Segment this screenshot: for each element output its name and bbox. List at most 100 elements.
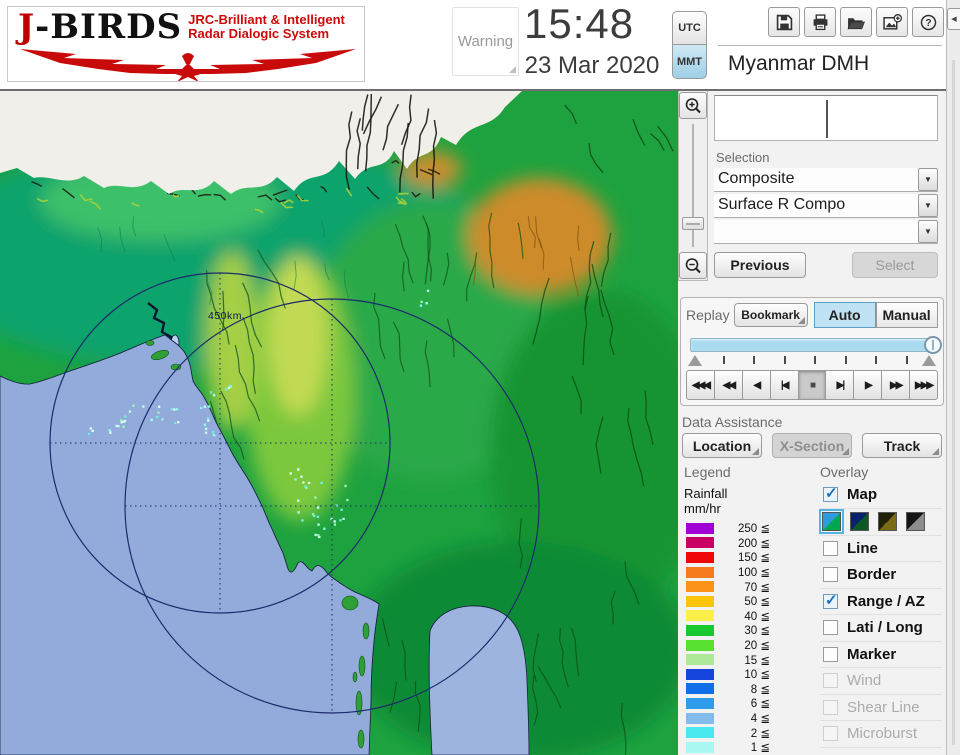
previous-button[interactable]: Previous bbox=[714, 252, 806, 278]
map-zoom-control bbox=[678, 91, 708, 281]
legend-unit-line2: mm/hr bbox=[684, 501, 721, 516]
zoom-out-button[interactable] bbox=[679, 252, 707, 279]
dropdown-extra[interactable]: ▼ bbox=[714, 220, 938, 244]
rewind-fastest-button[interactable]: ◀◀◀ bbox=[686, 370, 715, 400]
checkbox bbox=[823, 726, 838, 742]
fast-forward-button[interactable]: ▶▶ bbox=[881, 370, 911, 400]
playback-controls: ◀◀◀ ◀◀ ◀ |◀ ■ ▶| ▶ ▶▶ ▶▶▶ bbox=[686, 370, 939, 400]
checkbox[interactable] bbox=[823, 484, 838, 503]
folder-icon bbox=[847, 17, 865, 29]
replay-label: Replay bbox=[686, 307, 730, 323]
overlay-shear-line-checkbox: Shear Line bbox=[820, 695, 942, 721]
play-button[interactable]: ▶ bbox=[853, 370, 883, 400]
rewind-button[interactable]: ◀◀ bbox=[713, 370, 743, 400]
fast-forward-fastest-button[interactable]: ▶▶▶ bbox=[909, 370, 939, 400]
overlay-lati-long-checkbox[interactable]: Lati / Long bbox=[820, 615, 942, 642]
data-assistance-label: Data Assistance bbox=[682, 414, 783, 430]
timeline-handle[interactable] bbox=[924, 336, 942, 354]
legend-label: Legend bbox=[684, 464, 731, 480]
overlay-line-checkbox[interactable]: Line bbox=[820, 536, 942, 562]
checkbox bbox=[823, 673, 838, 689]
dropdown-product-group[interactable]: Composite ▼ bbox=[714, 168, 938, 192]
header-right: ? Myanmar DMH bbox=[718, 0, 946, 89]
open-folder-button[interactable] bbox=[840, 7, 872, 37]
manual-button[interactable]: Manual bbox=[875, 302, 938, 328]
logo-subtitle: JRC-Brilliant & Intelligent Radar Dialog… bbox=[188, 12, 345, 41]
legend: Legend Rainfall mm/hr 250 ≦ 200 ≦ 150 ≦ … bbox=[678, 464, 810, 755]
checkbox bbox=[823, 699, 838, 715]
image-add-icon bbox=[882, 13, 902, 30]
eagle-logo-icon bbox=[20, 49, 356, 81]
overlay-microburst-checkbox: Microburst bbox=[820, 721, 942, 748]
overlay-panel: Overlay Map Line bbox=[810, 464, 946, 755]
station-input[interactable] bbox=[714, 95, 938, 141]
select-button[interactable]: Select bbox=[852, 252, 938, 278]
checkbox[interactable] bbox=[823, 591, 838, 609]
text-caret bbox=[826, 100, 828, 138]
timeline-end-marker bbox=[922, 355, 936, 366]
floppy-icon bbox=[776, 14, 792, 30]
mmt-button[interactable]: MMT bbox=[672, 45, 707, 79]
zoom-slider-handle[interactable] bbox=[682, 216, 704, 230]
map-style-selector bbox=[819, 509, 942, 536]
panel-splitter[interactable]: ◀ bbox=[946, 0, 960, 755]
stop-button[interactable]: ■ bbox=[797, 370, 827, 400]
replay-mode-toggle: Auto Manual bbox=[813, 302, 938, 328]
step-back-button[interactable]: |◀ bbox=[769, 370, 799, 400]
location-button[interactable]: Location bbox=[682, 433, 762, 458]
zoom-in-button[interactable] bbox=[679, 92, 707, 119]
play-reverse-button[interactable]: ◀ bbox=[741, 370, 771, 400]
timeline-start-marker bbox=[688, 355, 702, 366]
xsection-button[interactable]: X-Section bbox=[772, 433, 852, 458]
checkbox[interactable] bbox=[823, 567, 838, 583]
collapse-panel-button[interactable]: ◀ bbox=[947, 8, 960, 30]
overlay-wind-checkbox: Wind bbox=[820, 668, 942, 695]
replay-timeline-slider[interactable] bbox=[690, 336, 942, 354]
data-assistance: Data Assistance Location X-Section Track bbox=[682, 414, 942, 458]
map-style-color[interactable] bbox=[819, 509, 844, 534]
print-button[interactable] bbox=[804, 7, 836, 37]
map-style-gray[interactable] bbox=[906, 512, 925, 531]
printer-icon bbox=[813, 13, 827, 30]
timeline-ticks bbox=[688, 354, 936, 367]
warning-button[interactable]: Warning bbox=[452, 7, 519, 76]
selection-label: Selection bbox=[716, 150, 770, 165]
bookmark-button[interactable]: Bookmark bbox=[733, 303, 808, 327]
utc-button[interactable]: UTC bbox=[672, 11, 707, 45]
chevron-down-icon[interactable]: ▼ bbox=[918, 168, 938, 191]
header: J-BIRDS JRC-Brilliant & Intelligent Rada… bbox=[0, 0, 946, 89]
chevron-down-icon[interactable]: ▼ bbox=[918, 220, 938, 243]
checkbox[interactable] bbox=[823, 620, 838, 636]
save-button[interactable] bbox=[768, 7, 800, 37]
svg-text:?: ? bbox=[925, 18, 931, 29]
map-style-olive[interactable] bbox=[878, 512, 897, 531]
capture-button[interactable] bbox=[876, 7, 908, 37]
auto-button[interactable]: Auto bbox=[813, 302, 876, 328]
dropdown-product[interactable]: Surface R Compo ▼ bbox=[714, 194, 938, 218]
legend-scale: 250 ≦ 200 ≦ 150 ≦ 100 ≦ 70 ≦ 50 ≦ 40 ≦ 3… bbox=[684, 521, 810, 755]
overlay-range-az-checkbox[interactable]: Range / AZ bbox=[820, 589, 942, 615]
timezone-toggle: UTC MMT bbox=[672, 11, 707, 79]
track-button[interactable]: Track bbox=[862, 433, 942, 458]
overlay-border-checkbox[interactable]: Border bbox=[820, 562, 942, 589]
overlay-marker-checkbox[interactable]: Marker bbox=[820, 642, 942, 668]
help-button[interactable]: ? bbox=[912, 7, 944, 37]
step-forward-button[interactable]: ▶| bbox=[825, 370, 855, 400]
question-icon: ? bbox=[920, 14, 936, 30]
app-logo: J-BIRDS JRC-Brilliant & Intelligent Rada… bbox=[7, 6, 365, 82]
zoom-slider[interactable] bbox=[680, 120, 706, 251]
radar-map[interactable]: 450km bbox=[0, 91, 678, 755]
map-style-dark[interactable] bbox=[850, 512, 869, 531]
legend-unit-line1: Rainfall bbox=[684, 486, 728, 501]
overlay-map-checkbox[interactable]: Map bbox=[820, 482, 942, 509]
magnifier-minus-icon bbox=[685, 257, 701, 273]
range-ring-label: 450km bbox=[208, 310, 242, 322]
checkbox[interactable] bbox=[823, 540, 838, 556]
replay-panel: Replay Bookmark Auto Manual ◀◀◀ ◀◀ ◀ |◀ … bbox=[680, 297, 944, 406]
overlay-label: Overlay bbox=[820, 464, 869, 480]
checkbox[interactable] bbox=[823, 646, 838, 662]
control-panel: Selection Composite ▼ Surface R Compo ▼ … bbox=[678, 91, 946, 755]
splitter-grip bbox=[952, 60, 955, 745]
jbirds-app: J-BIRDS JRC-Brilliant & Intelligent Rada… bbox=[0, 0, 960, 755]
chevron-down-icon[interactable]: ▼ bbox=[918, 194, 938, 217]
